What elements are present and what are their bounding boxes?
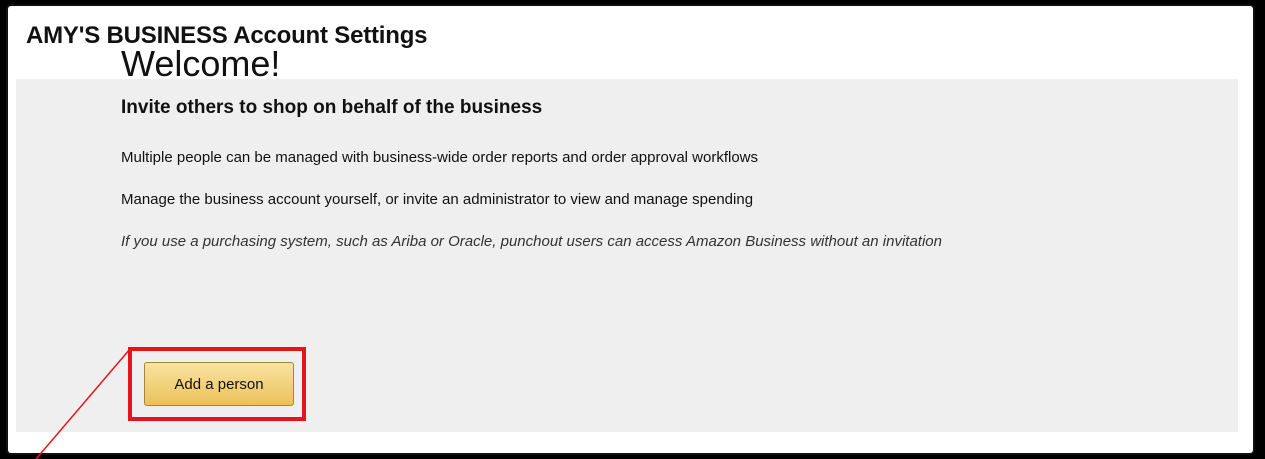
info-line-punchout: If you use a purchasing system, such as …: [121, 233, 942, 250]
info-line-manage-account: Manage the business account yourself, or…: [121, 191, 754, 208]
invite-subheading: Invite others to shop on behalf of the b…: [121, 97, 543, 118]
welcome-heading: Welcome!: [121, 43, 281, 84]
add-person-button[interactable]: Add a person: [144, 362, 294, 406]
info-line-order-reports: Multiple people can be managed with busi…: [121, 149, 759, 166]
